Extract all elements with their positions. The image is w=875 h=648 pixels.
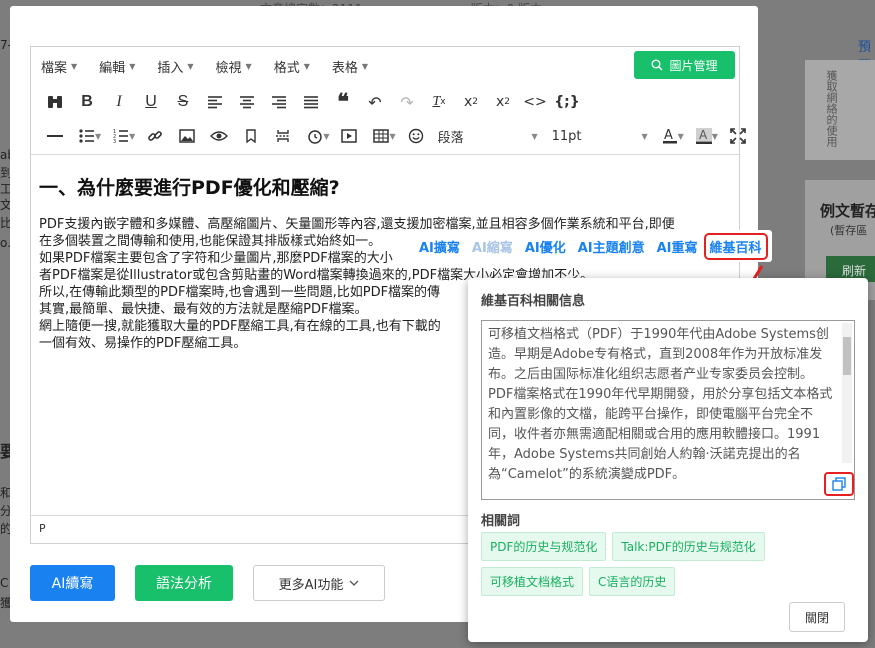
ai-toolbar: AI擴寫 AI縮寫 AI優化 AI主題創意 AI重寫 維基百科 [409, 230, 772, 262]
chevron-down-icon: ▼ [71, 61, 78, 71]
ai-rewrite-button[interactable]: AI重寫 [651, 237, 704, 256]
chevron-down-icon: ▼ [245, 61, 252, 71]
wikipedia-panel-title: 維基百科相關信息 [481, 294, 586, 309]
menu-view[interactable]: 檢視 ▼ [216, 57, 252, 76]
menu-table[interactable]: 表格 ▼ [332, 57, 368, 76]
chevron-down-icon [349, 580, 359, 586]
chevron-down-icon: ▼ [531, 131, 538, 141]
menu-insert[interactable]: 插入 ▼ [157, 57, 193, 76]
chevron-down-icon[interactable]: ▼ [678, 132, 684, 141]
editor-menubar: 檔案 ▼ 編輯 ▼ 插入 ▼ 檢視 ▼ 格式 ▼ 表格 ▼ 圖片管理 [31, 47, 739, 85]
wikipedia-info-panel: 維基百科相關信息 可移植文档格式（PDF）于1990年代由Adobe Syste… [468, 278, 868, 642]
svg-text:A: A [699, 128, 708, 142]
related-tags: PDF的历史与规范化 Talk:PDF的历史与规范化 可移植文档格式 C语言的历… [481, 532, 811, 596]
link-icon[interactable] [139, 122, 171, 150]
background-card: 獲取網絡的使用 [805, 60, 875, 160]
align-justify-icon[interactable] [295, 88, 327, 116]
align-left-icon[interactable] [199, 88, 231, 116]
redo-icon[interactable]: ↷ [391, 88, 423, 116]
align-right-icon[interactable] [263, 88, 295, 116]
chevron-down-icon[interactable]: ▼ [323, 132, 329, 141]
subscript-icon[interactable]: x2 [455, 88, 487, 116]
ai-optimize-button[interactable]: AI優化 [519, 237, 572, 256]
chevron-down-icon: ▼ [361, 61, 369, 71]
svg-text:A: A [664, 128, 673, 143]
align-center-icon[interactable] [231, 88, 263, 116]
strikethrough-icon[interactable]: S [167, 88, 199, 116]
ai-shorten-button[interactable]: AI縮寫 [466, 237, 519, 256]
grammar-analysis-button[interactable]: 語法分析 [135, 565, 233, 601]
chevron-down-icon: ▼ [641, 131, 648, 141]
chevron-down-icon[interactable]: ▼ [129, 132, 135, 141]
image-icon[interactable] [171, 122, 203, 150]
underline-icon[interactable]: U [135, 88, 167, 116]
search-icon [651, 59, 663, 71]
wikipedia-button[interactable]: 維基百科 [703, 232, 768, 260]
code-block-icon[interactable]: {;} [551, 88, 583, 116]
content-heading: 一、為什麼要進行PDF優化和壓縮? [39, 177, 340, 199]
menu-file[interactable]: 檔案 ▼ [41, 57, 77, 76]
font-size-select[interactable]: 11pt ▼ [546, 122, 654, 150]
wikipedia-text-area[interactable]: 可移植文档格式（PDF）于1990年代由Adobe Systems创造。早期是A… [481, 320, 855, 500]
menu-format[interactable]: 格式 ▼ [274, 57, 310, 76]
scrollbar[interactable] [842, 323, 852, 463]
horizontal-rule-icon[interactable] [39, 122, 71, 150]
bold-icon[interactable]: B [71, 88, 103, 116]
chevron-down-icon: ▼ [303, 61, 310, 71]
superscript-icon[interactable]: x2 [487, 88, 519, 116]
ai-continue-button[interactable]: AI續寫 [30, 565, 115, 601]
related-tag[interactable]: Talk:PDF的历史与规范化 [612, 532, 765, 561]
blockquote-icon[interactable]: ❝ [327, 88, 359, 116]
menu-edit[interactable]: 編輯 ▼ [99, 57, 135, 76]
page-break-icon[interactable] [267, 122, 299, 150]
emoji-icon[interactable] [400, 122, 432, 150]
paragraph-style-select[interactable]: 段落 ▼ [432, 122, 544, 150]
chevron-down-icon: ▼ [129, 61, 136, 71]
copy-button[interactable] [824, 472, 854, 496]
svg-text:3: 3 [113, 139, 116, 143]
clear-format-icon[interactable]: Tx [423, 88, 455, 116]
bookmark-icon[interactable] [235, 122, 267, 150]
preview-eye-icon[interactable] [203, 122, 235, 150]
more-ai-functions-button[interactable]: 更多AI功能 [253, 565, 385, 601]
chevron-down-icon[interactable]: ▼ [389, 132, 395, 141]
editor-toolbar-row-1: B I U S ❝ ↶ ↷ Tx x2 x2 <> {;} [31, 85, 583, 119]
ai-topic-idea-button[interactable]: AI主題創意 [572, 237, 651, 256]
image-manager-button[interactable]: 圖片管理 [634, 51, 735, 79]
related-tag[interactable]: 可移植文档格式 [481, 567, 584, 596]
ai-expand-button[interactable]: AI擴寫 [413, 237, 466, 256]
chevron-down-icon: ▼ [187, 61, 194, 71]
undo-icon[interactable]: ↶ [359, 88, 391, 116]
fullscreen-icon[interactable] [722, 122, 754, 150]
copy-icon [832, 477, 846, 491]
editor-toolbar-row-2: ▼ 123 ▼ ▼ ▼ 段落 ▼ 11pt ▼ A ▼ A ▼ [31, 119, 754, 153]
close-button[interactable]: 關閉 [789, 602, 845, 632]
related-words-title: 相關詞 [481, 514, 521, 529]
binoculars-icon[interactable] [39, 88, 71, 116]
related-tag[interactable]: PDF的历史与规范化 [481, 532, 607, 561]
chevron-down-icon[interactable]: ▼ [95, 132, 101, 141]
italic-icon[interactable]: I [103, 88, 135, 116]
code-icon[interactable]: <> [519, 88, 551, 116]
chevron-down-icon[interactable]: ▼ [712, 132, 718, 141]
media-icon[interactable] [333, 122, 365, 150]
related-tag[interactable]: C语言的历史 [589, 567, 676, 596]
